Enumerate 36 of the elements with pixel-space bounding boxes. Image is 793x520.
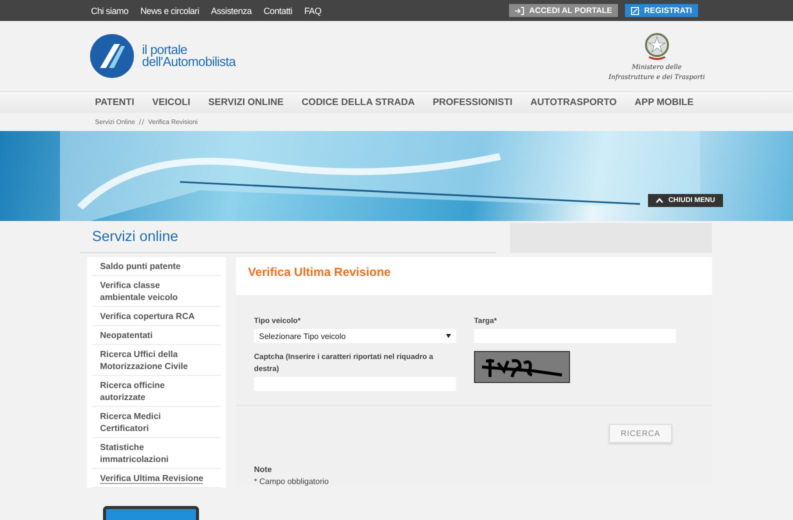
notes-text: * Campo obbligatorio bbox=[254, 477, 330, 486]
vehicle-type-select[interactable]: Selezionare Tipo veicolo bbox=[254, 329, 456, 343]
nav-item[interactable]: PATENTI bbox=[95, 97, 134, 108]
road-logo-icon bbox=[90, 34, 134, 78]
sidebar-item[interactable]: Ricerca Uffici della Motorizzazione Civile bbox=[92, 345, 221, 376]
top-link[interactable]: Assistenza bbox=[211, 6, 252, 16]
edit-icon bbox=[631, 6, 640, 14]
sign-in-icon bbox=[515, 6, 524, 14]
sidebar-item[interactable]: Statistiche immatricolazioni bbox=[92, 438, 221, 469]
nav-item[interactable]: SERVIZI ONLINE bbox=[208, 97, 284, 108]
section-title: Servizi online bbox=[92, 229, 180, 245]
nav-item[interactable]: PROFESSIONISTI bbox=[432, 97, 512, 108]
sidebar-item[interactable]: Saldo punti patente bbox=[92, 257, 221, 276]
sidebar-item[interactable]: Verifica classe ambientale veicolo bbox=[92, 276, 221, 307]
nav-item[interactable]: CODICE DELLA STRADA bbox=[302, 97, 415, 108]
top-link[interactable]: Contatti bbox=[264, 6, 292, 16]
logo-text: dell'Automobilista bbox=[142, 56, 236, 68]
emblem-icon bbox=[644, 31, 670, 61]
sidebar-item[interactable]: Verifica copertura RCA bbox=[92, 307, 221, 326]
sidebar-item[interactable]: Verifica Ultima Revisione bbox=[92, 469, 221, 488]
top-link[interactable]: Chi siamo bbox=[91, 6, 128, 16]
breadcrumb-separator-icon bbox=[139, 119, 144, 125]
logo-text: il portale bbox=[142, 44, 188, 56]
register-button[interactable]: REGISTRATI bbox=[625, 4, 698, 17]
sidebar-item[interactable]: Ricerca Medici Certificatori bbox=[92, 407, 221, 438]
dropdown-icon bbox=[446, 334, 451, 338]
sidebar-item[interactable]: Neopatentati bbox=[92, 326, 221, 345]
top-link[interactable]: FAQ bbox=[304, 6, 322, 16]
notes-title: Note bbox=[254, 465, 273, 474]
form-title: Verifica Ultima Revisione bbox=[248, 265, 392, 279]
top-link[interactable]: News e circolari bbox=[140, 6, 200, 16]
sidebar-item[interactable]: Ricerca officine autorizzate bbox=[92, 376, 221, 407]
nav-item[interactable]: AUTOTRASPORTO bbox=[530, 97, 617, 108]
nav-item[interactable]: APP MOBILE bbox=[634, 97, 694, 108]
caret-icon bbox=[656, 198, 664, 203]
nav-item[interactable]: VEICOLI bbox=[152, 97, 190, 108]
